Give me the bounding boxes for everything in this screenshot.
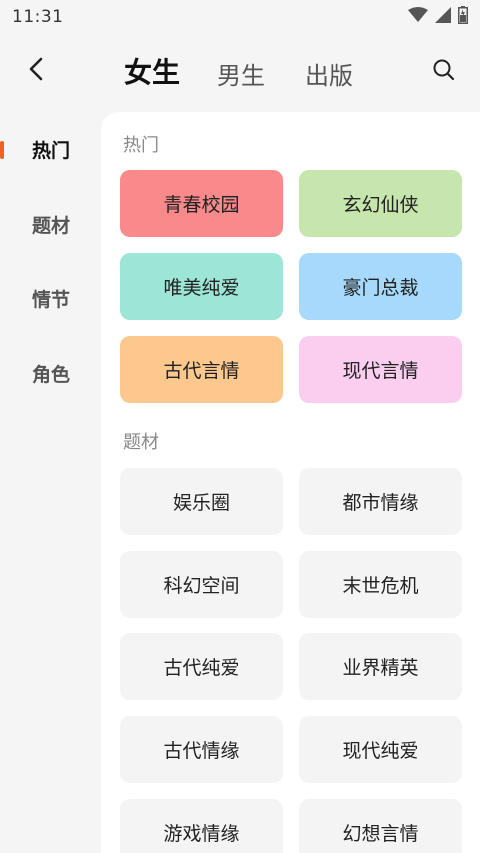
category-chip[interactable]: 古代情缘 <box>120 716 283 783</box>
sidebar-item-plot[interactable]: 情节 <box>0 278 100 318</box>
wifi-icon <box>408 7 428 27</box>
sidebar-item-label: 角色 <box>32 363 71 386</box>
status-time: 11:31 <box>12 7 64 27</box>
section-title-genre: 题材 <box>123 432 159 453</box>
signal-icon <box>435 7 451 27</box>
category-chip[interactable]: 唯美纯爱 <box>120 253 283 320</box>
chevron-left-icon <box>29 57 43 81</box>
battery-icon <box>458 6 468 28</box>
category-panel: 热门 青春校园 玄幻仙侠 唯美纯爱 豪门总裁 古代言情 现代言情 题材 娱乐圈 … <box>101 112 480 853</box>
active-indicator <box>0 141 4 159</box>
sidebar-item-hot[interactable]: 热门 <box>0 129 100 169</box>
top-navigation: 女生 男生 出版 <box>0 34 480 106</box>
category-chip[interactable]: 玄幻仙侠 <box>299 170 462 237</box>
category-chip[interactable]: 娱乐圈 <box>120 468 283 535</box>
sidebar-item-label: 热门 <box>32 139 71 162</box>
search-button[interactable] <box>430 56 458 84</box>
sidebar-item-label: 情节 <box>32 288 71 311</box>
category-chip[interactable]: 豪门总裁 <box>299 253 462 320</box>
status-bar: 11:31 <box>0 0 480 34</box>
category-chip[interactable]: 古代言情 <box>120 336 283 403</box>
category-chip[interactable]: 业界精英 <box>299 633 462 700</box>
tab-male[interactable]: 男生 <box>217 56 265 91</box>
sidebar-item-role[interactable]: 角色 <box>0 353 100 393</box>
sidebar-item-genre[interactable]: 题材 <box>0 204 100 244</box>
back-button[interactable] <box>22 54 52 84</box>
category-chip[interactable]: 青春校园 <box>120 170 283 237</box>
category-chip[interactable]: 都市情缘 <box>299 468 462 535</box>
category-chip[interactable]: 科幻空间 <box>120 551 283 618</box>
category-chip[interactable]: 古代纯爱 <box>120 633 283 700</box>
section-title-hot: 热门 <box>123 135 159 156</box>
category-chip[interactable]: 现代言情 <box>299 336 462 403</box>
category-chip[interactable]: 游戏情缘 <box>120 799 283 853</box>
category-chip[interactable]: 幻想言情 <box>299 799 462 853</box>
status-icons <box>408 6 468 28</box>
sidebar-item-label: 题材 <box>32 214 71 237</box>
category-chip[interactable]: 现代纯爱 <box>299 716 462 783</box>
tab-publish[interactable]: 出版 <box>305 56 353 91</box>
category-chip[interactable]: 末世危机 <box>299 551 462 618</box>
search-icon <box>433 59 455 81</box>
tab-female[interactable]: 女生 <box>124 51 180 91</box>
